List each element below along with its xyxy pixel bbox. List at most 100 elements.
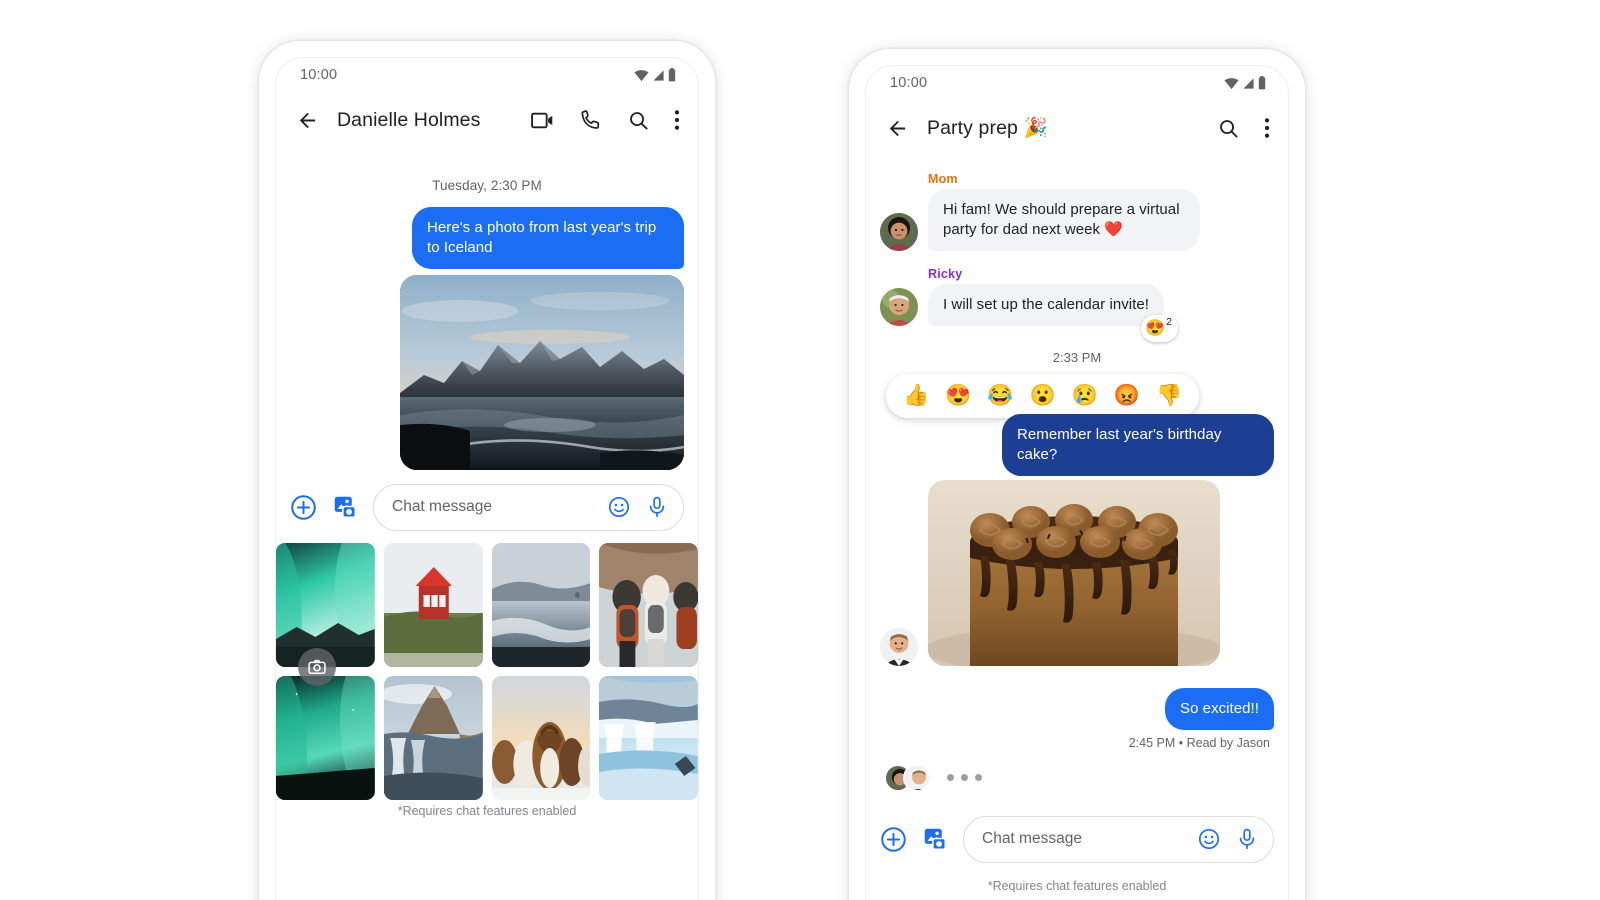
chat-input-field[interactable]: Chat message [373, 483, 684, 531]
back-arrow-icon[interactable] [886, 117, 909, 140]
battery-icon [668, 68, 676, 82]
emoji-reaction-picker-wrap: 👍 😍 😂 😮 😢 😡 👎 [880, 373, 1274, 418]
emoji-icon[interactable] [607, 495, 631, 519]
photo-gallery-tray [276, 542, 698, 800]
status-bar: 10:00 [866, 66, 1288, 100]
add-icon[interactable] [290, 494, 317, 521]
page-title: Party prep 🎉 [927, 117, 1048, 139]
attached-photo-iceland[interactable] [400, 274, 684, 470]
message-row-cake-image [880, 479, 1274, 666]
battery-icon [1258, 76, 1266, 90]
message-row-final: So excited!! [880, 687, 1274, 730]
footnote-left: *Requires chat features enabled [397, 803, 577, 818]
message-row-image [290, 274, 684, 470]
composer-left: Chat message [276, 474, 698, 543]
search-icon[interactable] [627, 109, 650, 132]
day-timestamp: Tuesday, 2:30 PM [432, 178, 542, 193]
emoji-heart-eyes-icon[interactable]: 😍 [945, 385, 971, 406]
avatar[interactable] [880, 212, 918, 251]
message-bubble-in[interactable]: Hi fam! We should prepare a virtual part… [928, 189, 1200, 251]
message-thread-right: Mom Hi fam! We should prepare a virtual … [866, 172, 1288, 792]
emoji-reaction-picker[interactable]: 👍 😍 😂 😮 😢 😡 👎 [886, 373, 1200, 418]
wifi-icon [1224, 77, 1239, 89]
phone-call-icon[interactable] [579, 108, 603, 132]
message-bubble-highlighted[interactable]: Remember last year's birthday cake? [1002, 413, 1274, 476]
gallery-thumb[interactable] [276, 675, 375, 800]
microphone-icon[interactable] [645, 495, 669, 519]
appbar-actions [1217, 117, 1270, 140]
screenshot-root: 10:00 Danielle Holmes Tuesday, 2:30 PM H… [0, 0, 1600, 900]
emoji-laughing-icon[interactable]: 😂 [987, 385, 1013, 406]
phone-left: 10:00 Danielle Holmes Tuesday, 2:30 PM H… [258, 40, 716, 900]
message-row-in: Hi fam! We should prepare a virtual part… [880, 189, 1274, 251]
phone-left-screen: 10:00 Danielle Holmes Tuesday, 2:30 PM H… [275, 57, 699, 900]
gallery-thumb[interactable] [383, 675, 483, 800]
emoji-crying-icon[interactable]: 😢 [1072, 385, 1098, 406]
typing-indicator [884, 763, 1274, 792]
phone-right-screen: 10:00 Party prep 🎉 Mom Hi fam! We should… [865, 65, 1289, 900]
message-row-in: I will set up the calendar invite! 😍 2 [880, 283, 1274, 342]
emoji-surprised-icon[interactable]: 😮 [1029, 385, 1055, 406]
footnote-right: *Requires chat features enabled [987, 878, 1167, 893]
status-icons [634, 68, 676, 82]
typing-dots [947, 774, 982, 782]
gallery-thumb[interactable] [383, 542, 483, 667]
app-bar: Party prep 🎉 [866, 100, 1288, 156]
reaction-badge[interactable]: 😍 2 [1141, 314, 1178, 342]
sender-name: Ricky [928, 266, 963, 281]
bubble-with-reaction: I will set up the calendar invite! 😍 2 [928, 283, 1178, 342]
microphone-icon[interactable] [1235, 827, 1259, 851]
emoji-thumbs-down-icon[interactable]: 👎 [1156, 385, 1182, 406]
chat-input-placeholder: Chat message [982, 830, 1082, 848]
typing-dot [947, 774, 954, 782]
typing-dot [975, 774, 982, 782]
page-title: Danielle Holmes [337, 108, 481, 131]
message-timestamp: 2:33 PM [1052, 349, 1102, 365]
message-row-out: Here's a photo from last year's trip to … [290, 207, 684, 269]
composer-right: Chat message [866, 806, 1288, 875]
phone-right: 10:00 Party prep 🎉 Mom Hi fam! We should… [848, 48, 1306, 900]
message-group-ricky: Ricky I will set up the calendar invite!… [880, 266, 1274, 342]
typing-dot [961, 774, 968, 782]
overflow-menu-icon[interactable] [674, 109, 680, 131]
gallery-thumb[interactable] [599, 542, 698, 667]
message-bubble-out[interactable]: Here's a photo from last year's trip to … [412, 207, 684, 269]
message-bubble-final[interactable]: So excited!! [1165, 687, 1274, 730]
emoji-icon[interactable] [1197, 827, 1221, 851]
avatar [903, 763, 931, 792]
sender-name: Mom [928, 172, 958, 186]
emoji-angry-icon[interactable]: 😡 [1114, 385, 1140, 406]
message-bubble-in[interactable]: I will set up the calendar invite! [928, 283, 1164, 326]
overflow-menu-icon[interactable] [1264, 117, 1270, 139]
chat-input-placeholder: Chat message [392, 498, 492, 516]
signal-icon [653, 69, 664, 81]
gallery-camera-icon[interactable] [331, 493, 359, 521]
appbar-actions [530, 108, 680, 133]
gallery-thumb[interactable] [599, 675, 698, 800]
search-icon[interactable] [1217, 117, 1240, 140]
wifi-icon [634, 69, 649, 81]
reaction-emoji: 😍 [1145, 320, 1166, 338]
camera-icon[interactable] [298, 647, 336, 686]
gallery-camera-icon[interactable] [921, 825, 949, 853]
video-call-icon[interactable] [530, 108, 555, 133]
status-icons [1224, 76, 1266, 90]
add-icon[interactable] [880, 826, 907, 853]
gallery-thumb[interactable] [276, 542, 375, 667]
back-arrow-icon[interactable] [296, 109, 319, 132]
attached-photo-cake[interactable] [928, 479, 1220, 666]
read-receipt: 2:45 PM • Read by Jason [1128, 735, 1270, 750]
status-time: 10:00 [890, 75, 928, 91]
message-thread-left: Tuesday, 2:30 PM Here's a photo from las… [276, 178, 698, 470]
app-bar: Danielle Holmes [276, 92, 698, 148]
emoji-thumbs-up-icon[interactable]: 👍 [903, 385, 929, 406]
avatar[interactable] [880, 627, 918, 666]
chat-input-field[interactable]: Chat message [963, 815, 1274, 863]
gallery-thumb[interactable] [491, 675, 591, 800]
status-time: 10:00 [300, 67, 338, 83]
reaction-count: 2 [1166, 315, 1172, 328]
gallery-thumb[interactable] [491, 542, 591, 667]
message-row-highlighted: Remember last year's birthday cake? [880, 413, 1274, 476]
avatar[interactable] [880, 287, 918, 326]
signal-icon [1243, 77, 1254, 89]
